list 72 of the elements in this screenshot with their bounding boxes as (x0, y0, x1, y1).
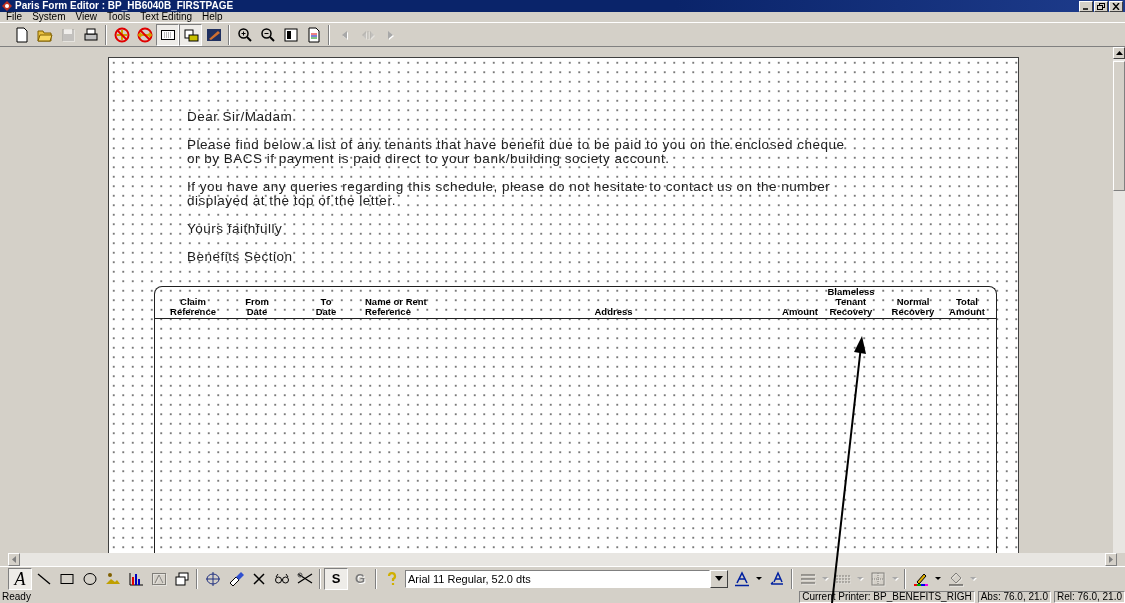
caret-icon (857, 577, 863, 580)
status-text: Ready (1, 591, 32, 602)
column-header: Address (593, 307, 634, 317)
font-field[interactable]: Arial 11 Regular, 52.0 dts (405, 569, 710, 588)
landscape-icon (104, 570, 121, 587)
caret-icon (892, 577, 898, 580)
menu-item[interactable]: Help (202, 12, 223, 22)
move-arrows-icon (204, 570, 221, 587)
vertical-scrollbar[interactable] (1113, 47, 1125, 553)
column-header: From Date (244, 297, 270, 317)
caret-icon (715, 576, 723, 581)
padlock-icon (182, 26, 199, 43)
framed-image-icon (150, 570, 167, 587)
minimize-button[interactable] (1079, 0, 1093, 12)
menu-item[interactable]: System (32, 12, 66, 22)
zoom-out-icon (259, 26, 276, 43)
padlock-button[interactable] (179, 23, 202, 46)
restore-icon (1097, 2, 1105, 10)
window-title: Paris Form Editor : BP_HB6040B_FIRSTPAGE (15, 1, 234, 11)
ellipse-icon (81, 570, 98, 587)
caret-icon (756, 577, 762, 580)
close-button[interactable] (1109, 0, 1123, 12)
caret-icon (822, 577, 828, 580)
column-header: Blameless Tenant Recovery (826, 287, 876, 317)
no-arrows-icon (136, 26, 153, 43)
no-cross-icon (113, 26, 130, 43)
letter-paragraph: Please find below a list of any tenants that have benefit due to be paid to you on the enclosed cheque or by BACS if payment is paid direct to your bank/building society account. (187, 138, 846, 166)
up-arrow-icon (1115, 51, 1123, 55)
right-arrow-icon (1109, 556, 1113, 563)
font-dropdown-button[interactable] (710, 569, 728, 588)
letter-paragraph: Dear Sir/Madam (187, 110, 294, 124)
caret-icon (970, 577, 976, 580)
status-pane: Abs: 76.0, 21.0 (977, 590, 1051, 603)
format-toggle[interactable]: A (8, 567, 32, 590)
new-page-icon (13, 26, 30, 43)
right-triangle-icon (388, 30, 393, 39)
menu-item[interactable]: Text Editing (140, 12, 193, 22)
left-arrow-icon (12, 556, 16, 563)
app-logo-icon (2, 1, 12, 11)
menu-item[interactable]: File (6, 12, 23, 22)
column-header: Claim Reference (169, 297, 217, 317)
menu-item[interactable]: View (75, 12, 97, 22)
letter-paragraph: Yours faithfully (187, 222, 284, 236)
column-header: Total Amount (948, 297, 986, 317)
font-color-icon (733, 570, 750, 587)
overlapping-windows-icon (173, 570, 190, 587)
status-pane: Rel: 76.0, 21.0 (1053, 590, 1125, 603)
format-toggle[interactable]: S (324, 567, 348, 590)
page-icon (282, 26, 299, 43)
left-triangle-icon (342, 30, 347, 39)
letter-paragraph: If you have any queries regarding this schedule, please do not hesitate to contact us on the number displayed at the top of the letter. (187, 180, 832, 208)
bar-chart-icon (127, 570, 144, 587)
caret-icon (935, 577, 941, 580)
close-icon (1112, 2, 1120, 10)
letter-paragraph: Benefits Section (187, 250, 294, 264)
printer-icon (82, 26, 99, 43)
menu-item[interactable]: Tools (106, 12, 131, 22)
column-header: Name or Rent Reference (365, 297, 428, 317)
horizontal-scrollbar[interactable] (8, 553, 1117, 566)
borders-icon (869, 570, 886, 587)
column-header: Amount (781, 307, 818, 317)
paint-bucket-icon (947, 570, 964, 587)
restore-button[interactable] (1094, 0, 1108, 12)
zoom-in-icon (236, 26, 253, 43)
image-icon (205, 26, 222, 43)
column-header: Normal Recovery (890, 297, 936, 317)
grid-button[interactable] (156, 23, 179, 46)
font-direction-icon (768, 570, 785, 587)
cross-icon (250, 570, 267, 587)
eraser-icon (227, 570, 244, 587)
document-icon (305, 26, 322, 43)
column-header: To Date (314, 297, 338, 317)
